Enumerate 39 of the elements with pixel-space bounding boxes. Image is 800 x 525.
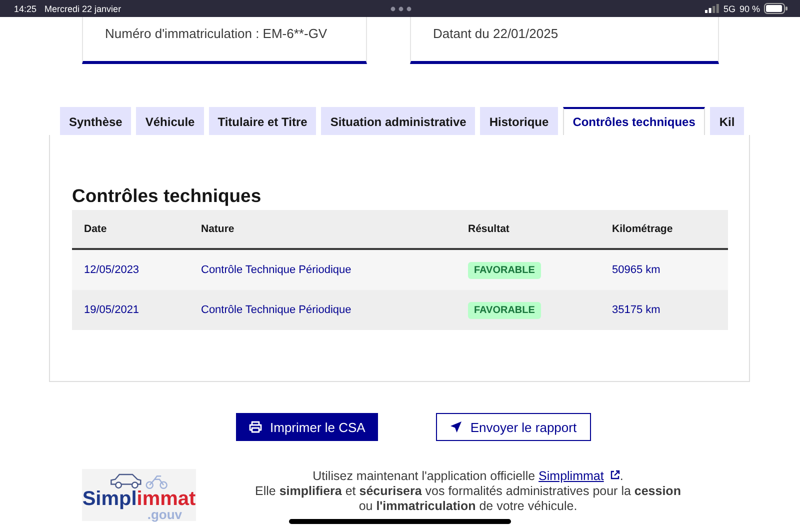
battery-icon xyxy=(764,3,788,14)
logo-suffix: .gouv xyxy=(147,509,182,521)
tab[interactable]: Titulaire et Titre xyxy=(208,107,316,135)
table-cell-text: 12/05/2023 xyxy=(83,264,140,276)
send-button[interactable]: Envoyer le rapport xyxy=(436,413,591,441)
tab[interactable]: Situation administrative xyxy=(321,107,476,135)
tab[interactable]: Kil xyxy=(710,107,744,135)
table-cell-text: 50965 km xyxy=(611,264,662,276)
send-icon xyxy=(450,421,462,433)
tab[interactable]: Historique xyxy=(480,107,558,135)
promo-text: Utilisez maintenant l'application officielle Simplimmat . xyxy=(312,469,624,484)
tab[interactable]: Véhicule xyxy=(136,107,204,135)
column-header: Nature xyxy=(200,223,236,235)
card-text: Datant du 22/01/2025 xyxy=(433,26,558,41)
more-icon xyxy=(390,6,412,12)
section-title: Contrôles techniques xyxy=(72,185,262,207)
network-type: 5G xyxy=(723,4,736,14)
result-badge: FAVORABLE xyxy=(468,302,541,319)
table-cell-text: Contrôle Technique Périodique xyxy=(200,304,352,316)
table-cell-text: 19/05/2021 xyxy=(83,304,140,316)
card-text: Numéro d'immatriculation : EM-6**-GV xyxy=(105,26,328,41)
table-cell-text: 35175 km xyxy=(611,304,662,316)
tab[interactable]: Synthèse xyxy=(60,107,132,135)
column-header: Date xyxy=(83,223,108,235)
printer-icon xyxy=(249,421,262,433)
column-header: Kilométrage xyxy=(611,223,674,235)
simplimmat-link[interactable]: Simplimmat xyxy=(538,469,620,483)
logo-text: Simplimmat xyxy=(82,490,196,509)
table-cell-text: Contrôle Technique Périodique xyxy=(200,264,352,276)
external-link-icon xyxy=(610,470,620,480)
column-header: Résultat xyxy=(467,223,510,235)
battery-percentage: 90 % xyxy=(739,4,760,14)
signal-icon xyxy=(705,4,720,13)
clock-time: 14:25 xyxy=(14,4,37,14)
status-date: Mercredi 22 janvier xyxy=(44,4,122,14)
print-button[interactable]: Imprimer le CSA xyxy=(236,413,378,441)
tab[interactable]: Contrôles techniques xyxy=(562,107,706,135)
promo-text: Elle simplifiera et sécurisera vos formalités administratives pour la cession ou l'immatriculation de votre véhicule. xyxy=(254,484,682,514)
result-badge: FAVORABLE xyxy=(468,262,541,279)
